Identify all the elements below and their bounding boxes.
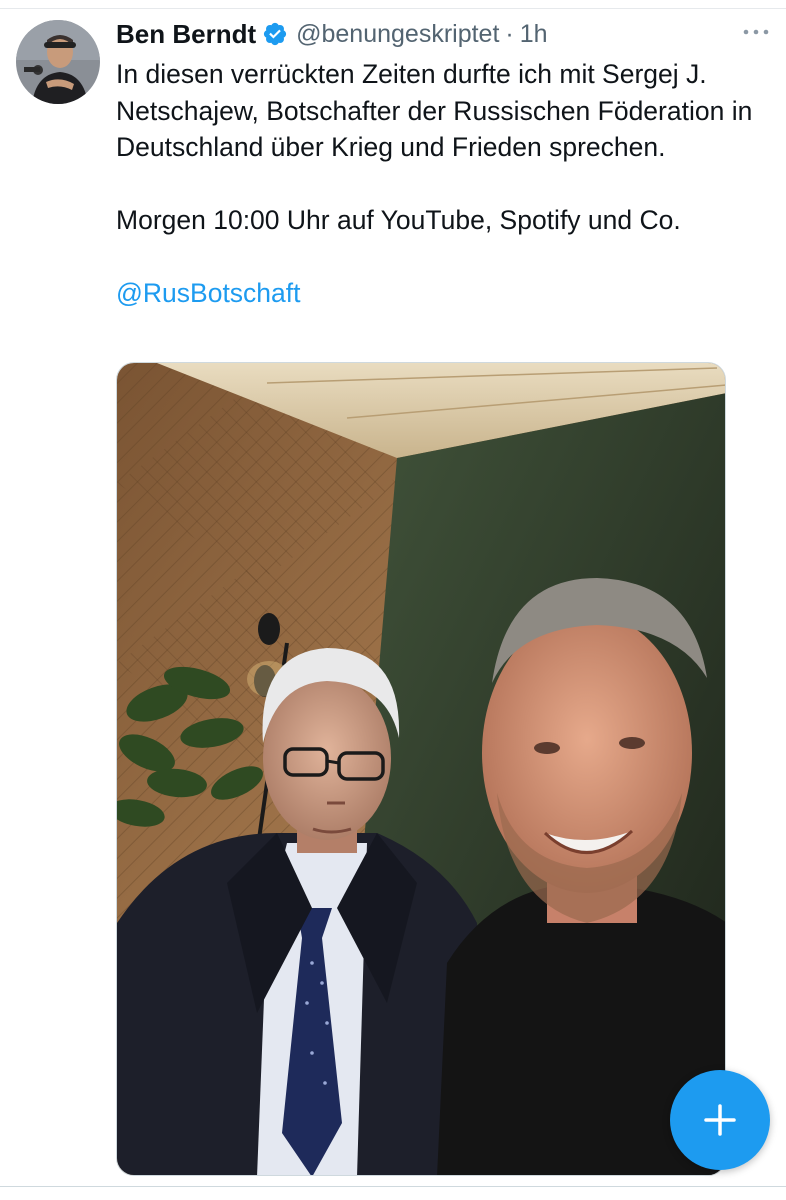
more-options-icon[interactable] [740, 22, 772, 42]
verified-badge-icon [262, 21, 288, 47]
tweet-timestamp[interactable]: 1h [520, 20, 548, 49]
divider [0, 1186, 786, 1187]
tweet-paragraph: In diesen verrückten Zeiten durfte ich m… [116, 59, 753, 162]
divider [0, 8, 786, 9]
tweet-text: In diesen verrückten Zeiten durfte ich m… [116, 56, 766, 312]
author-handle[interactable]: @benungeskriptet [296, 20, 499, 49]
tweet-header: Ben Berndt @benungeskriptet · 1h [116, 16, 548, 52]
compose-tweet-button[interactable] [670, 1070, 770, 1170]
tweet-photo[interactable] [116, 362, 726, 1176]
author-avatar[interactable] [16, 20, 100, 104]
author-display-name[interactable]: Ben Berndt [116, 19, 256, 50]
tweet-paragraph: Morgen 10:00 Uhr auf YouTube, Spotify un… [116, 205, 681, 235]
tweet-screen: Ben Berndt @benungeskriptet · 1h In dies… [0, 0, 786, 1200]
mention-link[interactable]: @RusBotschaft [116, 275, 301, 312]
plus-icon [704, 1104, 736, 1136]
header-separator: · [505, 19, 514, 48]
